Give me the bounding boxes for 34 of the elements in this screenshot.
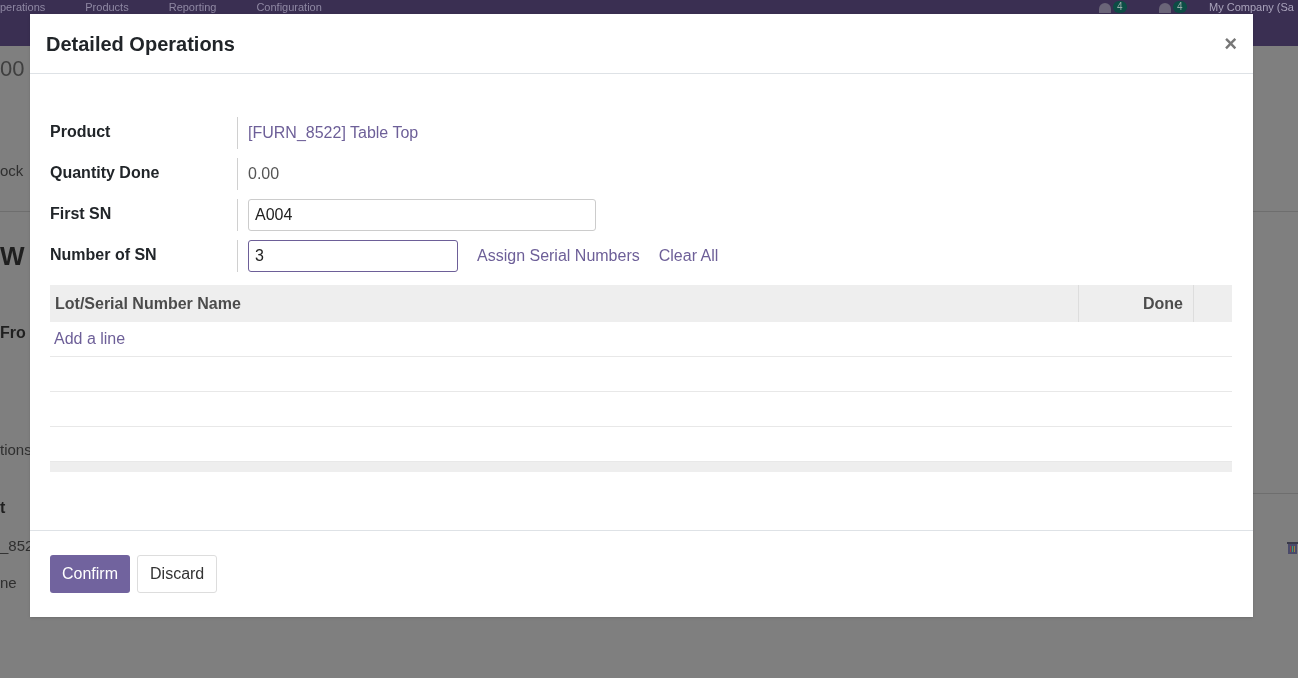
page-text: 00: [0, 58, 25, 80]
page-text: Fro: [0, 325, 26, 341]
input-field[interactable]: 3: [248, 240, 458, 272]
page-text: ne: [0, 575, 17, 590]
page-text: t: [0, 500, 6, 516]
page-text: ock: [0, 163, 24, 178]
page-text: W: [0, 243, 25, 269]
action-link[interactable]: Assign Serial Numbers: [477, 244, 640, 268]
menu-item[interactable]: Reporting: [168, 1, 217, 13]
action-link[interactable]: Clear All: [658, 244, 719, 268]
dialog-title: Detailed Operations: [46, 31, 235, 57]
confirm-button[interactable]: Confirm: [50, 555, 130, 593]
field-label: First SN: [50, 204, 113, 224]
column-header: Lot/Serial Number Name: [54, 293, 242, 314]
close-button[interactable]: ×: [1224, 32, 1237, 55]
column-header: Done: [1078, 285, 1193, 322]
notification-icon[interactable]: [1099, 3, 1111, 13]
field-label: Number of SN: [50, 245, 158, 265]
add-line-link[interactable]: Add a line: [54, 327, 126, 351]
count-badge: 4: [1173, 1, 1187, 13]
company-switcher[interactable]: My Company (Sa: [1209, 1, 1298, 13]
field-label: Quantity Done: [50, 163, 161, 183]
field-value: 0.00: [248, 164, 280, 184]
menu-item[interactable]: Products: [85, 1, 129, 13]
trash-icon[interactable]: [1287, 541, 1298, 555]
input-field[interactable]: A004: [248, 199, 596, 231]
count-badge: 4: [1113, 1, 1127, 13]
field-label: Product: [50, 122, 112, 142]
menu-item[interactable]: Configuration: [256, 1, 322, 13]
page-text: tions: [0, 442, 32, 457]
product-link[interactable]: [FURN_8522] Table Top: [248, 121, 419, 145]
menu-item[interactable]: perations: [0, 1, 46, 13]
discard-button[interactable]: Discard: [137, 555, 218, 593]
notification-icon[interactable]: [1159, 3, 1171, 13]
